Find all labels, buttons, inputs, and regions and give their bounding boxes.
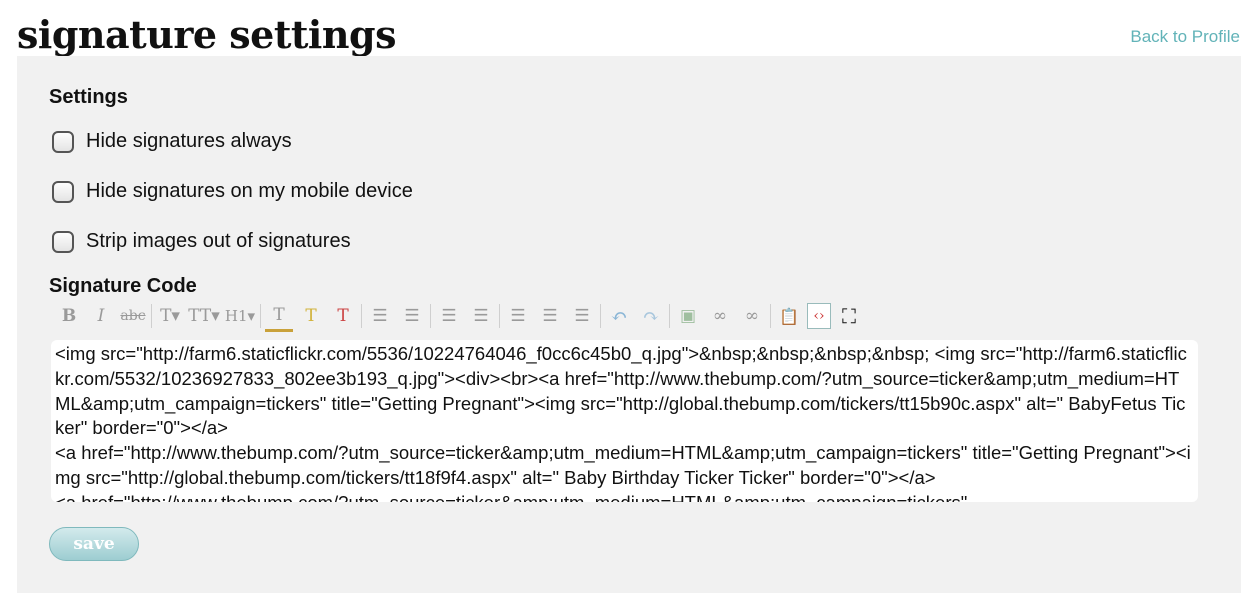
hide-signatures-mobile-label[interactable]: Hide signatures on my mobile device [86,180,413,203]
fullscreen-icon[interactable]: ⛶ [835,302,863,330]
page-title: signature settings [17,12,396,57]
text-color-icon[interactable]: T [265,301,293,332]
hide-signatures-always-label[interactable]: Hide signatures always [86,130,292,153]
redo-icon[interactable]: ↷ [637,302,665,330]
settings-heading: Settings [49,86,128,108]
toolbar-divider [260,304,261,328]
toolbar-divider [770,304,771,328]
signature-code-editor[interactable]: <img src="http://farm6.staticflickr.com/… [51,340,1198,502]
image-icon[interactable]: ▣ [674,302,702,330]
numbered-list-icon[interactable]: ☰ [398,302,426,330]
toolbar-divider [600,304,601,328]
hide-signatures-always-checkbox[interactable] [52,130,74,153]
save-button[interactable]: save [49,527,139,561]
align-center-icon[interactable]: ☰ [536,302,564,330]
bold-icon[interactable]: B [55,302,83,330]
align-right-icon[interactable]: ☰ [568,302,596,330]
italic-icon[interactable]: I [87,302,115,330]
strikethrough-icon[interactable]: abc [119,302,147,330]
indent-icon[interactable]: ☰ [467,302,495,330]
bullet-list-icon[interactable]: ☰ [366,302,394,330]
paste-text-icon[interactable]: 📋 [775,302,803,330]
outdent-icon[interactable]: ☰ [435,302,463,330]
undo-icon[interactable]: ↶ [605,302,633,330]
align-left-icon[interactable]: ☰ [504,302,532,330]
strip-images-option[interactable]: Strip images out of signatures [52,230,351,253]
highlight-icon[interactable]: T [297,302,325,330]
toolbar-divider [361,304,362,328]
signature-code-heading: Signature Code [49,275,197,297]
hide-signatures-mobile-option[interactable]: Hide signatures on my mobile device [52,180,413,203]
signature-code-text[interactable]: <img src="http://farm6.staticflickr.com/… [51,340,1198,502]
font-face-icon[interactable]: T▾ [156,302,184,330]
link-icon[interactable]: ∞ [706,302,734,330]
toolbar-divider [669,304,670,328]
signature-settings-panel: Settings Hide signatures always Hide sig… [17,56,1241,593]
hide-signatures-mobile-checkbox[interactable] [52,180,74,203]
strip-images-checkbox[interactable] [52,230,74,253]
back-to-profile-link[interactable]: Back to Profile [1130,27,1240,47]
strip-images-label[interactable]: Strip images out of signatures [86,230,351,253]
editor-toolbar: B I abc T▾ TT▾ H1▾ T T T ☰ ☰ ☰ ☰ ☰ ☰ ☰ ↶… [55,300,867,332]
toolbar-divider [430,304,431,328]
source-code-icon[interactable]: ‹› [807,303,831,329]
remove-format-icon[interactable]: T [329,302,357,330]
unlink-icon[interactable]: ∞ [738,302,766,330]
font-size-icon[interactable]: TT▾ [188,302,220,330]
toolbar-divider [499,304,500,328]
toolbar-divider [151,304,152,328]
heading-icon[interactable]: H1▾ [224,302,256,330]
hide-signatures-always-option[interactable]: Hide signatures always [52,130,292,153]
